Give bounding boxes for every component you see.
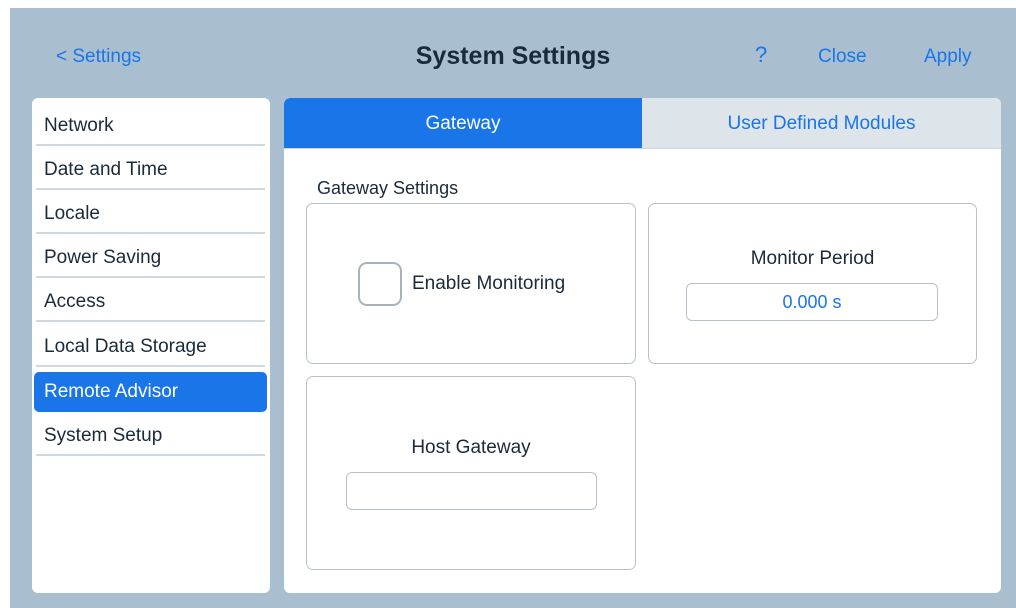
close-button[interactable]: Close bbox=[818, 46, 867, 68]
monitor-period-label: Monitor Period bbox=[750, 248, 875, 269]
divider bbox=[36, 188, 265, 190]
header-bar: < Settings System Settings ? Close Apply bbox=[10, 8, 1016, 96]
sidebar-item-label: Remote Advisor bbox=[44, 381, 179, 402]
sidebar-item-locale[interactable]: Locale bbox=[34, 194, 267, 234]
sidebar-item-label: System Setup bbox=[44, 425, 163, 446]
settings-panel: Gateway User Defined Modules Gateway Set… bbox=[284, 98, 1001, 593]
host-gateway-input[interactable] bbox=[346, 472, 597, 510]
divider bbox=[36, 232, 265, 234]
divider bbox=[36, 144, 265, 146]
divider bbox=[36, 276, 265, 278]
tab-divider bbox=[284, 148, 1001, 149]
enable-monitoring-card: Enable Monitoring bbox=[306, 203, 636, 364]
monitor-period-card: Monitor Period 0.000 s bbox=[648, 203, 977, 364]
sidebar-item-label: Date and Time bbox=[44, 159, 168, 180]
help-button[interactable]: ? bbox=[755, 42, 767, 68]
sidebar-item-remote-advisor[interactable]: Remote Advisor bbox=[34, 372, 267, 412]
sidebar-item-label: Local Data Storage bbox=[44, 336, 207, 357]
tab-user-defined-modules[interactable]: User Defined Modules bbox=[642, 98, 1001, 148]
app-window: < Settings System Settings ? Close Apply… bbox=[10, 8, 1016, 608]
section-title: Gateway Settings bbox=[317, 178, 459, 198]
enable-monitoring-label: Enable Monitoring bbox=[412, 273, 566, 294]
sidebar-item-label: Power Saving bbox=[44, 247, 162, 268]
settings-sidebar: Network Date and Time Locale Power Savin… bbox=[32, 98, 270, 593]
tab-bar: Gateway User Defined Modules bbox=[284, 98, 1001, 148]
divider bbox=[36, 454, 265, 456]
divider bbox=[36, 320, 265, 322]
monitor-period-input[interactable]: 0.000 s bbox=[686, 283, 938, 321]
divider bbox=[36, 365, 265, 367]
tab-gateway[interactable]: Gateway bbox=[284, 98, 642, 148]
sidebar-item-system-setup[interactable]: System Setup bbox=[34, 416, 267, 456]
sidebar-item-label: Locale bbox=[44, 203, 100, 224]
sidebar-item-network[interactable]: Network bbox=[34, 106, 267, 146]
sidebar-item-label: Network bbox=[44, 115, 114, 136]
host-gateway-label: Host Gateway bbox=[411, 437, 531, 458]
host-gateway-card: Host Gateway bbox=[306, 376, 636, 570]
sidebar-item-power-saving[interactable]: Power Saving bbox=[34, 238, 267, 278]
sidebar-item-date-and-time[interactable]: Date and Time bbox=[34, 150, 267, 190]
sidebar-item-access[interactable]: Access bbox=[34, 282, 267, 322]
enable-monitoring-checkbox[interactable] bbox=[358, 262, 402, 306]
sidebar-item-local-data-storage[interactable]: Local Data Storage bbox=[34, 327, 267, 367]
sidebar-item-label: Access bbox=[44, 291, 106, 312]
apply-button[interactable]: Apply bbox=[924, 46, 972, 68]
